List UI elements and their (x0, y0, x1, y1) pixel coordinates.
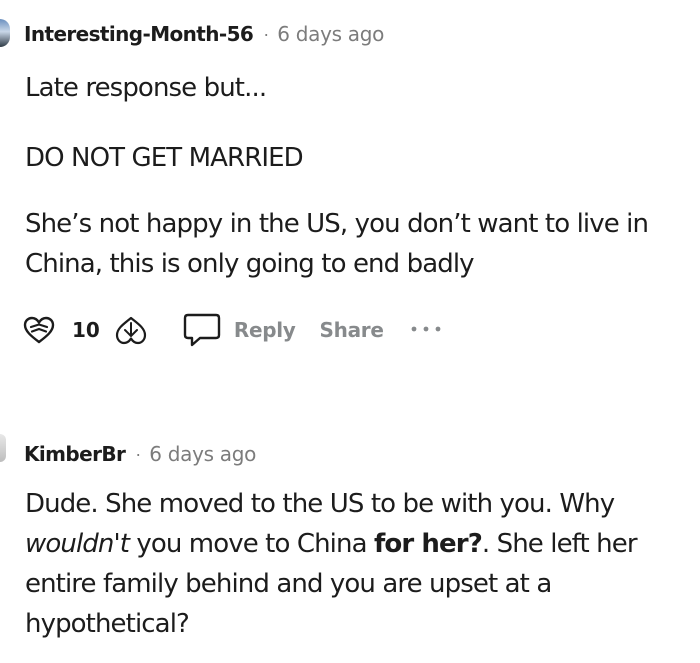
heart-downvote-icon (115, 316, 146, 345)
author-name[interactable]: Interesting-Month-56 (24, 22, 254, 46)
comment-body-line: hypothetical? (25, 609, 190, 639)
reply-label: Reply (233, 318, 296, 342)
comment-body-line: wouldn't you move to China for her?. She… (25, 524, 638, 564)
comment-body-line: Dude. She moved to the US to be with you… (25, 489, 615, 519)
comment-body-line: Late response but... (25, 73, 267, 103)
meta-separator: · (135, 443, 142, 464)
share-button[interactable]: Share (320, 318, 384, 342)
vote-count: 10 (72, 318, 100, 342)
comment-body-line: She’s not happy in the US, you don’t wan… (25, 209, 649, 239)
body-text: you move to China (129, 529, 374, 559)
comment-body-line: entire family behind and you are upset a… (25, 569, 552, 599)
comment: KimberBr · 6 days ago Dude. She moved to… (0, 420, 700, 663)
author-name[interactable]: KimberBr (24, 442, 126, 466)
more-options-button[interactable] (410, 321, 442, 339)
comment-body-line: China, this is only going to end badly (25, 249, 475, 279)
body-text: . She left her (481, 529, 638, 559)
timestamp[interactable]: 6 days ago (277, 22, 384, 46)
comment-meta: KimberBr · 6 days ago (24, 442, 256, 466)
reply-button[interactable]: Reply (182, 311, 296, 349)
comment-meta: Interesting-Month-56 · 6 days ago (24, 22, 384, 46)
ellipsis-icon (411, 326, 441, 332)
comment-actions: 10 Reply Share (22, 308, 442, 352)
heart-upvote-icon (23, 316, 55, 344)
avatar[interactable] (0, 19, 10, 47)
emphasis-text: wouldn't (25, 529, 130, 559)
meta-separator: · (263, 23, 270, 44)
timestamp[interactable]: 6 days ago (149, 442, 256, 466)
comment-body-line: DO NOT GET MARRIED (25, 143, 304, 173)
downvote-button[interactable] (114, 314, 148, 346)
comment: Interesting-Month-56 · 6 days ago Late r… (0, 0, 700, 360)
comment-body-paragraph: She’s not happy in the US, you don’t wan… (25, 204, 649, 284)
bold-text: for her? (373, 529, 483, 559)
comment-body-paragraph: Dude. She moved to the US to be with you… (25, 484, 638, 644)
avatar[interactable] (0, 434, 6, 462)
upvote-button[interactable] (22, 315, 56, 345)
speech-bubble-icon (183, 313, 221, 347)
